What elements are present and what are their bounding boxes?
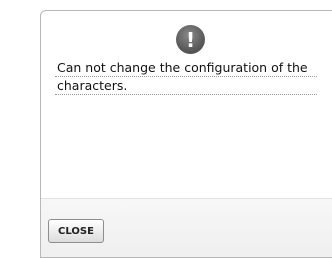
message-line-1: Can not change the configuration of the [55, 59, 317, 77]
dialog-footer: CLOSE [41, 198, 332, 257]
exclamation-icon: ! [176, 25, 205, 54]
alert-dialog: ! Can not change the configuration of th… [40, 10, 332, 258]
alert-message: Can not change the configuration of the … [55, 59, 317, 95]
message-line-2: characters. [55, 77, 317, 95]
exclamation-glyph: ! [185, 27, 196, 52]
close-button[interactable]: CLOSE [48, 219, 104, 243]
